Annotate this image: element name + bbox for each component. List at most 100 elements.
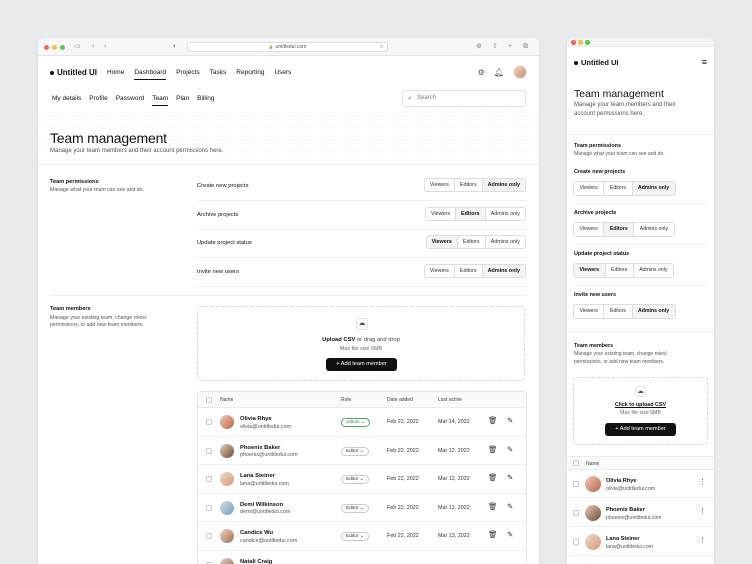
option-editors[interactable]: Editors [456, 207, 486, 220]
option-admins-only[interactable]: Admins only [482, 179, 525, 191]
option-viewers[interactable]: Viewers [574, 264, 606, 277]
search-input[interactable]: ⌕ Search [402, 90, 526, 107]
row-checkbox[interactable] [573, 510, 579, 516]
option-editors[interactable]: Editors [604, 223, 635, 236]
upload-dropzone[interactable]: ☁ Upload CSV or drag and drop Max file s… [197, 306, 525, 381]
more-vertical-icon[interactable]: ⋮ [699, 537, 706, 544]
role-select[interactable]: Editor ⌄ [341, 446, 369, 456]
forward-icon[interactable]: › [104, 42, 106, 52]
role-select[interactable]: Editor ⌄ [341, 532, 369, 542]
row-checkbox[interactable] [206, 504, 212, 511]
mobile-upload-link[interactable]: Click to upload CSV [574, 402, 707, 408]
nav-tasks[interactable]: Tasks [210, 69, 227, 80]
mobile-divider [567, 134, 714, 135]
col-name[interactable]: Name [220, 397, 233, 403]
more-vertical-icon[interactable]: ⋮ [699, 479, 706, 486]
option-admins-only[interactable]: Admins only [632, 182, 675, 195]
mobile-col-name[interactable]: Name [586, 461, 599, 467]
mobile-logo[interactable]: Untitled UI [574, 58, 619, 67]
row-checkbox[interactable] [573, 539, 579, 545]
edit-icon[interactable]: ✎ [507, 416, 513, 425]
option-admins-only[interactable]: Admins only [482, 264, 525, 277]
trash-icon[interactable]: 🗑︎ [488, 530, 498, 539]
select-all-checkbox[interactable] [206, 397, 212, 403]
download-icon[interactable]: ⊕ [476, 42, 482, 52]
row-checkbox[interactable] [206, 533, 212, 540]
logo[interactable]: Untitled UI [50, 68, 97, 77]
zoom-dot[interactable] [60, 45, 65, 50]
new-tab-icon[interactable]: + [508, 42, 512, 52]
option-viewers[interactable]: Viewers [425, 207, 457, 220]
option-admins-only[interactable]: Admins only [485, 207, 525, 220]
close-dot[interactable] [571, 40, 576, 45]
option-editors[interactable]: Editors [454, 264, 483, 277]
trash-icon[interactable]: 🗑︎ [488, 416, 498, 425]
trash-icon[interactable]: 🗑︎ [488, 502, 498, 511]
back-icon[interactable]: ‹ [92, 42, 94, 52]
nav-home[interactable]: Home [107, 69, 124, 80]
role-select[interactable]: Editor ⌄ [341, 503, 369, 513]
add-team-member-button[interactable]: + Add team member [326, 358, 397, 371]
mobile-upload-dropzone[interactable]: ☁ Click to upload CSV Max file size 6MB … [573, 377, 708, 445]
more-vertical-icon[interactable]: ⋮ [699, 508, 706, 515]
mobile-permission-label: Update project status [574, 251, 630, 257]
tab-profile[interactable]: Profile [89, 95, 107, 106]
option-editors[interactable]: Editors [604, 182, 633, 195]
option-editors[interactable]: Editors [454, 179, 483, 191]
option-viewers[interactable]: Viewers [574, 223, 605, 236]
option-admins-only[interactable]: Admins only [632, 305, 675, 318]
shield-icon[interactable]: ◐ [173, 42, 177, 52]
bell-icon[interactable]: 🔔︎ [494, 68, 504, 77]
user-avatar[interactable] [513, 65, 527, 79]
tab-team[interactable]: Team [152, 95, 169, 106]
option-editors[interactable]: Editors [457, 236, 486, 248]
share-icon[interactable]: ⇧ [492, 42, 498, 52]
trash-icon[interactable]: 🗑︎ [488, 473, 498, 482]
address-bar[interactable]: 🔒 untitledui.com ↻ [187, 42, 388, 52]
col-last-active[interactable]: Last active [438, 397, 462, 403]
option-admins-only[interactable]: Admins only [485, 236, 525, 248]
zoom-dot[interactable] [585, 40, 590, 45]
nav-users[interactable]: Users [274, 69, 291, 80]
option-editors[interactable]: Editors [605, 264, 634, 277]
option-admins-only[interactable]: Admins only [634, 223, 674, 236]
option-admins-only[interactable]: Admins only [633, 264, 673, 277]
option-viewers[interactable]: Viewers [574, 182, 605, 195]
row-checkbox[interactable] [573, 481, 579, 487]
edit-icon[interactable]: ✎ [507, 445, 513, 454]
upload-link[interactable]: Upload CSV [322, 337, 355, 343]
tab-password[interactable]: Password [116, 95, 145, 106]
minimize-dot[interactable] [578, 40, 583, 45]
row-checkbox[interactable] [206, 476, 212, 483]
mobile-add-team-member-button[interactable]: + Add team member [605, 423, 676, 436]
option-viewers[interactable]: Viewers [424, 264, 455, 277]
option-editors[interactable]: Editors [604, 305, 633, 318]
nav-projects[interactable]: Projects [176, 69, 199, 80]
edit-icon[interactable]: ✎ [507, 473, 513, 482]
row-checkbox[interactable] [206, 419, 212, 425]
role-select[interactable]: Editor ⌄ [341, 475, 369, 485]
option-viewers[interactable]: Viewers [574, 305, 605, 318]
tab-plan[interactable]: Plan [176, 95, 189, 106]
col-role[interactable]: Role [341, 397, 351, 403]
edit-icon[interactable]: ✎ [507, 502, 513, 511]
nav-reporting[interactable]: Reporting [236, 69, 264, 80]
option-viewers[interactable]: Viewers [426, 236, 458, 248]
row-checkbox[interactable] [206, 447, 212, 454]
role-select[interactable]: Admin ⌄ [341, 418, 370, 427]
tabs-overview-icon[interactable]: ⧉ [523, 42, 528, 52]
minimize-dot[interactable] [52, 45, 57, 50]
nav-dashboard[interactable]: Dashboard [134, 69, 167, 80]
col-date-added[interactable]: Date added [387, 397, 413, 403]
mobile-select-all-checkbox[interactable] [573, 460, 579, 466]
tab-billing[interactable]: Billing [197, 95, 214, 106]
tab-my-details[interactable]: My details [52, 95, 81, 106]
reload-icon[interactable]: ↻ [380, 43, 384, 51]
sidebar-icon[interactable]: ▭ [74, 42, 81, 52]
settings-icon[interactable]: ⚙ [478, 68, 485, 77]
trash-icon[interactable]: 🗑︎ [488, 445, 498, 454]
close-dot[interactable] [44, 45, 49, 50]
edit-icon[interactable]: ✎ [507, 530, 513, 539]
menu-icon[interactable]: ≡ [702, 58, 707, 67]
option-viewers[interactable]: Viewers [424, 179, 455, 191]
